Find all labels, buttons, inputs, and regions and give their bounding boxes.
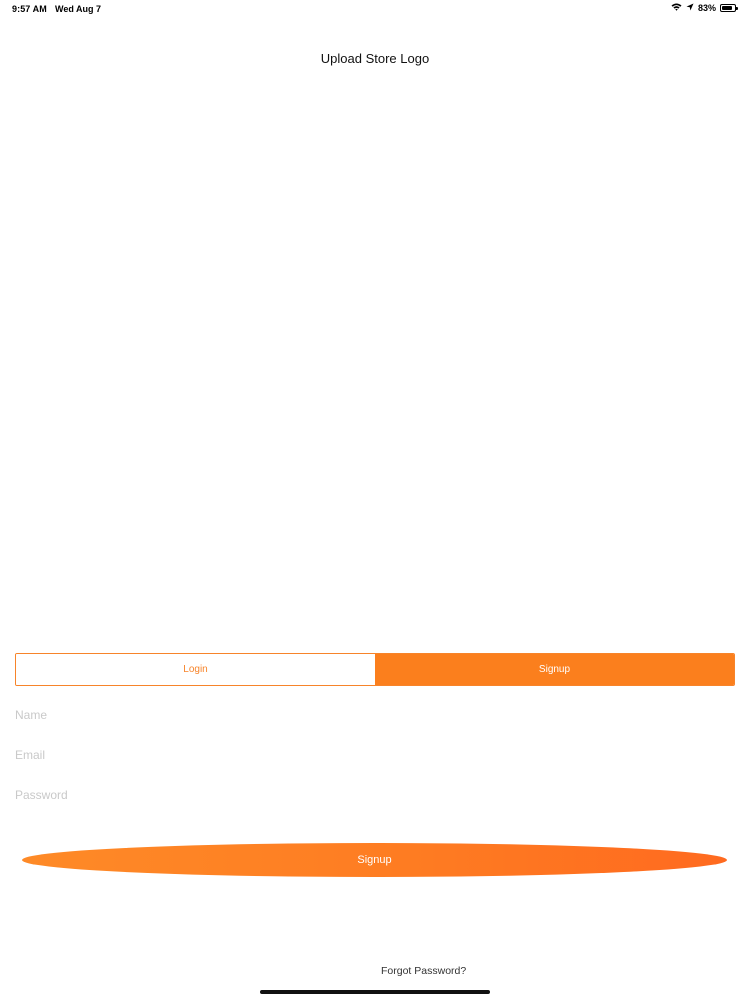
signup-button[interactable]: Signup bbox=[22, 843, 727, 877]
name-field[interactable] bbox=[15, 701, 735, 729]
battery-icon bbox=[720, 4, 738, 12]
login-signup-segmented-control: Login Signup bbox=[15, 653, 735, 686]
upload-store-logo-button[interactable]: Upload Store Logo bbox=[0, 51, 750, 66]
password-field[interactable] bbox=[15, 781, 735, 809]
battery-fill bbox=[722, 6, 732, 10]
status-date: Wed Aug 7 bbox=[55, 4, 102, 14]
status-time: 9:57 AM bbox=[12, 4, 47, 14]
app-screen: 9:57 AM Wed Aug 7 83% Upload Store Logo … bbox=[0, 0, 750, 1000]
status-bar: 9:57 AM Wed Aug 7 83% bbox=[0, 0, 750, 18]
battery-cap bbox=[736, 7, 738, 10]
tab-login[interactable]: Login bbox=[16, 654, 375, 685]
wifi-icon bbox=[671, 3, 682, 13]
battery-percentage: 83% bbox=[697, 3, 716, 13]
forgot-password-link[interactable]: Forgot Password? bbox=[381, 965, 466, 977]
status-indicators: 83% bbox=[671, 3, 738, 13]
tab-signup[interactable]: Signup bbox=[375, 654, 734, 685]
email-field[interactable] bbox=[15, 741, 735, 769]
home-indicator bbox=[260, 990, 490, 994]
location-icon bbox=[686, 3, 694, 13]
